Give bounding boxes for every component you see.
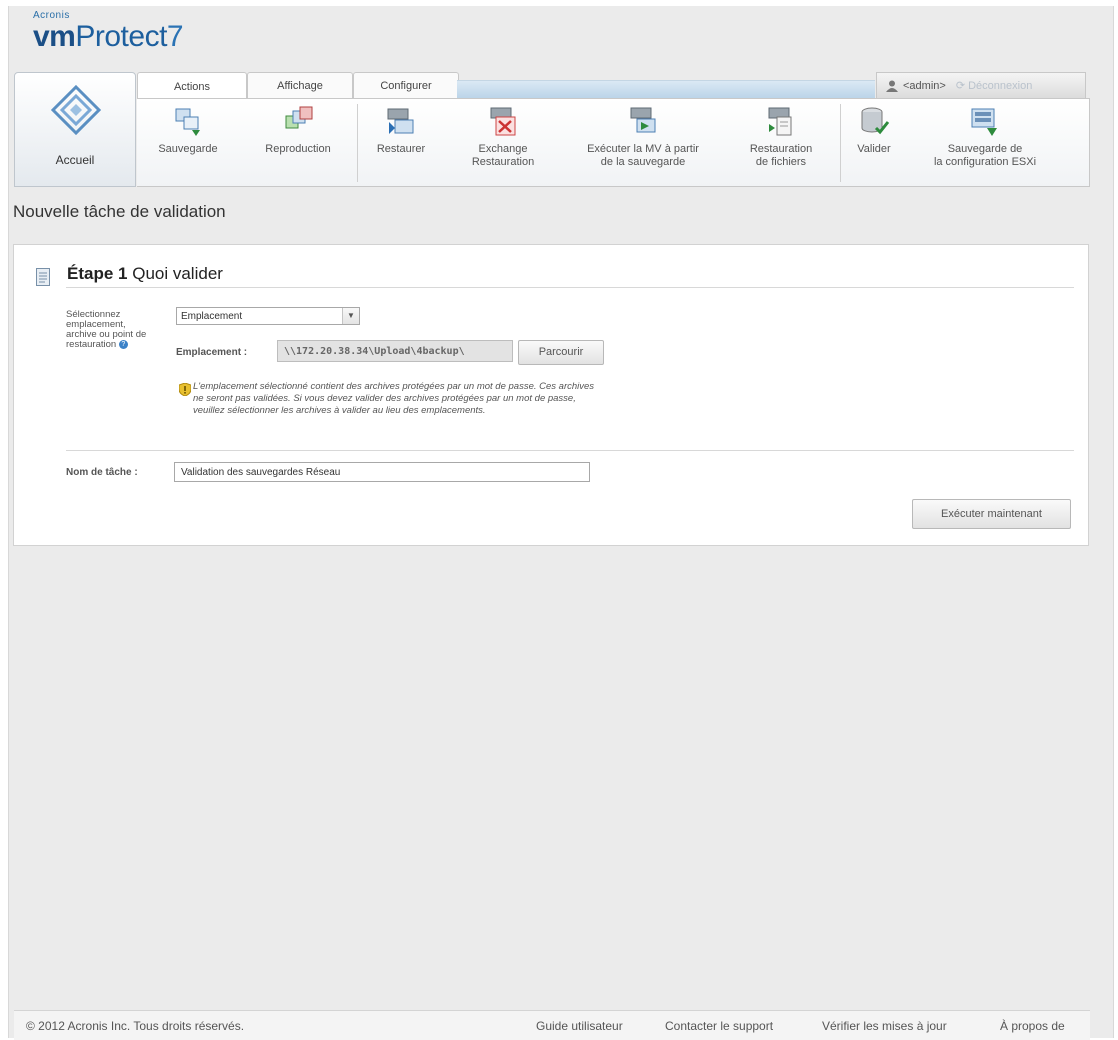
backup-icon — [175, 108, 200, 136]
logout-link[interactable]: ⟳ Déconnexion — [956, 79, 1033, 92]
product-name-bold: vm — [33, 20, 76, 53]
app-logo: Acronis vmProtect7 — [33, 10, 184, 53]
run-vm-label-1: Exécuter la MV à partir — [587, 143, 699, 155]
tab-strip — [457, 80, 875, 99]
user-guide-link[interactable]: Guide utilisateur — [536, 1019, 623, 1033]
browse-button[interactable]: Parcourir — [518, 340, 604, 365]
password-warning: L'emplacement sélectionné contient des a… — [193, 381, 703, 417]
exchange-label-2: Restauration — [471, 156, 535, 168]
user-area: <admin> ⟳ Déconnexion — [876, 72, 1086, 98]
toolbar-separator — [840, 104, 841, 182]
location-label: Emplacement : — [176, 347, 248, 358]
product-version: 7 — [166, 20, 184, 53]
warning-line: L'emplacement sélectionné contient des a… — [193, 381, 595, 392]
backup-label: Sauvegarde — [158, 143, 218, 155]
home-label: Accueil — [55, 153, 95, 167]
select-value: Emplacement — [181, 311, 243, 322]
esx-config-icon — [971, 108, 997, 136]
home-button[interactable]: Accueil — [14, 72, 136, 187]
user-name[interactable]: <admin> — [903, 80, 946, 92]
warning-line: ne seront pas validées. Si vous devez va… — [193, 393, 576, 404]
select-label-line: restauration ? — [66, 340, 176, 350]
file-restore-label-1: Restauration — [749, 143, 813, 155]
logout-label: Déconnexion — [968, 80, 1033, 92]
restore-button[interactable]: Restaurer — [364, 104, 438, 184]
step-title: Étape 1 Quoi valider — [67, 264, 223, 284]
validate-button[interactable]: Valider — [846, 104, 902, 184]
replication-button[interactable]: Reproduction — [252, 104, 344, 184]
esx-config-backup-button[interactable]: Sauvegarde de la configuration ESXi — [920, 104, 1050, 184]
file-restore-button[interactable]: Restauration de fichiers — [736, 104, 826, 184]
task-name-input[interactable]: Validation des sauvegardes Réseau — [174, 462, 590, 482]
replication-icon — [285, 106, 313, 129]
step-number: Étape 1 — [67, 264, 128, 283]
contact-support-link[interactable]: Contacter le support — [665, 1019, 773, 1033]
exchange-icon — [490, 107, 516, 136]
exchange-label-1: Exchange — [478, 143, 528, 155]
product-name-rest: Protect — [75, 20, 167, 53]
divider — [66, 287, 1074, 288]
chevron-down-icon: ▼ — [342, 308, 359, 324]
copyright: © 2012 Acronis Inc. Tous droits réservés… — [26, 1019, 245, 1033]
run-vm-from-backup-button[interactable]: Exécuter la MV à partir de la sauvegarde — [568, 104, 718, 184]
location-path-field[interactable]: \\172.20.38.34\Upload\4backup\ — [277, 340, 513, 362]
location-type-select[interactable]: Emplacement ▼ — [176, 307, 360, 325]
validate-label: Valider — [857, 143, 891, 155]
document-icon — [36, 268, 50, 286]
restore-label: Restaurer — [376, 143, 426, 155]
home-icon — [51, 85, 101, 135]
footer: © 2012 Acronis Inc. Tous droits réservés… — [14, 1010, 1090, 1040]
backup-button[interactable]: Sauvegarde — [145, 104, 231, 184]
file-restore-icon — [768, 107, 792, 136]
check-updates-link[interactable]: Vérifier les mises à jour — [822, 1019, 947, 1033]
tab-configure[interactable]: Configurer — [353, 72, 459, 99]
toolbar-separator — [357, 104, 358, 182]
task-name-label: Nom de tâche : — [66, 467, 138, 478]
page-title: Nouvelle tâche de validation — [13, 202, 226, 221]
divider — [66, 450, 1074, 451]
help-icon[interactable]: ? — [118, 340, 128, 349]
select-label-text: restauration — [66, 339, 117, 351]
esx-config-label-1: Sauvegarde de — [947, 143, 1023, 155]
validate-icon — [861, 107, 890, 135]
product-name: vmProtect7 — [33, 20, 184, 53]
exchange-restore-button[interactable]: Exchange Restauration — [458, 104, 548, 184]
shield-warning-icon — [179, 383, 191, 396]
replication-label: Reproduction — [265, 143, 331, 155]
tab-actions[interactable]: Actions — [137, 72, 247, 100]
user-icon — [886, 80, 898, 92]
select-label: Sélectionnez emplacement, archive ou poi… — [66, 310, 176, 350]
step-name: Quoi valider — [132, 264, 223, 283]
tab-view[interactable]: Affichage — [247, 72, 353, 99]
about-link[interactable]: À propos de — [1000, 1019, 1065, 1033]
restore-icon — [387, 108, 414, 134]
run-now-button[interactable]: Exécuter maintenant — [912, 499, 1071, 529]
esx-config-label-2: la configuration ESXi — [933, 156, 1037, 168]
run-vm-label-2: de la sauvegarde — [600, 156, 686, 168]
run-vm-icon — [630, 107, 656, 133]
file-restore-label-2: de fichiers — [755, 156, 807, 168]
warning-line: veuillez sélectionner les archives à val… — [193, 405, 486, 416]
